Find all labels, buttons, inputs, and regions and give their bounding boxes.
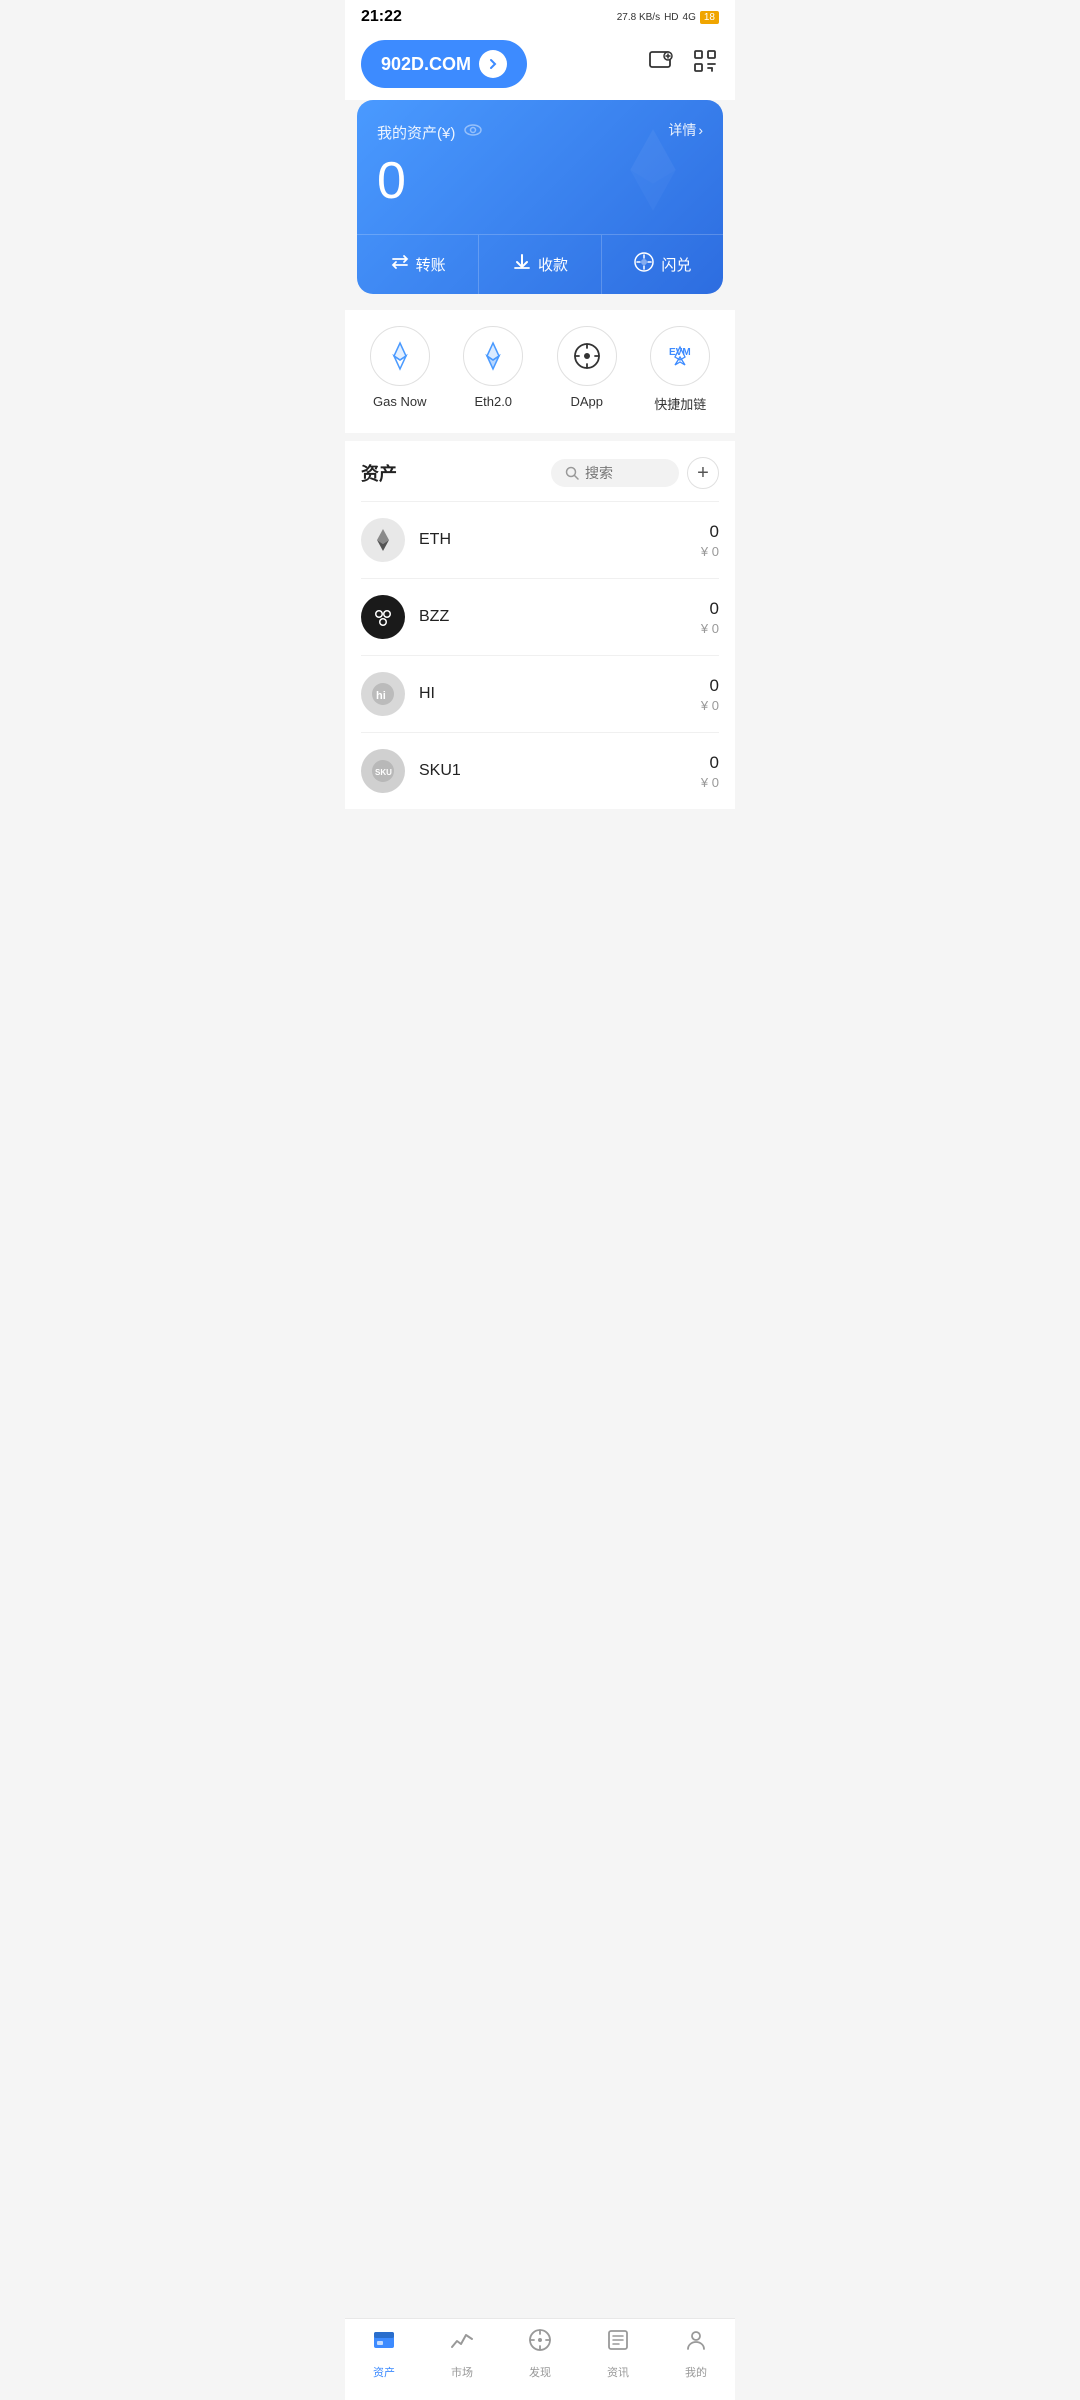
asset-actions: 转账 收款 闪兑 bbox=[357, 234, 723, 294]
transfer-label: 转账 bbox=[416, 254, 446, 275]
bottom-nav: 资产 市场 发现 bbox=[345, 2318, 735, 2400]
hi-qty: 0 bbox=[701, 676, 719, 696]
discover-nav-label: 发现 bbox=[529, 2364, 551, 2380]
eth2-label: Eth2.0 bbox=[474, 394, 512, 409]
swap-icon bbox=[633, 251, 655, 278]
hi-cny: ¥ 0 bbox=[701, 698, 719, 713]
quick-item-gas-now[interactable]: Gas Now bbox=[370, 326, 430, 413]
assets-title: 资产 bbox=[361, 460, 397, 486]
search-bar: + bbox=[551, 457, 719, 489]
assets-section: 资产 + bbox=[345, 441, 735, 809]
search-icon bbox=[565, 466, 579, 480]
receive-label: 收款 bbox=[538, 254, 568, 275]
gas-now-label: Gas Now bbox=[373, 394, 426, 409]
signal-badge: 4G bbox=[683, 12, 696, 23]
hi-value: 0 ¥ 0 bbox=[701, 676, 719, 713]
domain-button[interactable]: 902D.COM bbox=[361, 40, 527, 88]
scan-icon[interactable] bbox=[691, 47, 719, 82]
eth-value: 0 ¥ 0 bbox=[701, 522, 719, 559]
add-asset-button[interactable]: + bbox=[687, 457, 719, 489]
nav-item-news[interactable]: 资讯 bbox=[588, 2327, 648, 2380]
sku1-value: 0 ¥ 0 bbox=[701, 753, 719, 790]
news-nav-label: 资讯 bbox=[607, 2364, 629, 2380]
svg-text:hi: hi bbox=[376, 690, 386, 702]
eth-logo bbox=[361, 518, 405, 562]
receive-button[interactable]: 收款 bbox=[478, 235, 600, 294]
nav-item-discover[interactable]: 发现 bbox=[510, 2327, 570, 2380]
dapp-icon-wrap bbox=[557, 326, 617, 386]
asset-row-sku1[interactable]: SKU SKU1 0 ¥ 0 bbox=[361, 732, 719, 809]
asset-card: 我的资产(¥) 详情 › 0 bbox=[357, 100, 723, 294]
svg-text:SKU: SKU bbox=[375, 768, 392, 777]
sku1-logo: SKU bbox=[361, 749, 405, 793]
nav-item-market[interactable]: 市场 bbox=[432, 2327, 492, 2380]
eth-watermark bbox=[603, 120, 703, 225]
bzz-value: 0 ¥ 0 bbox=[701, 599, 719, 636]
swap-label: 闪兑 bbox=[661, 254, 691, 275]
quick-item-dapp[interactable]: DApp bbox=[557, 326, 617, 413]
quick-item-add-chain[interactable]: EVM 快捷加链 bbox=[650, 326, 710, 413]
nav-item-assets[interactable]: 资产 bbox=[354, 2327, 414, 2380]
news-nav-icon bbox=[605, 2327, 631, 2360]
hd-badge: HD bbox=[664, 12, 678, 23]
mine-nav-icon bbox=[683, 2327, 709, 2360]
asset-row-hi[interactable]: hi HI 0 ¥ 0 bbox=[361, 655, 719, 732]
search-input-wrap[interactable] bbox=[551, 459, 679, 487]
gas-now-icon-wrap bbox=[370, 326, 430, 386]
assets-nav-icon bbox=[371, 2327, 397, 2360]
asset-row-bzz[interactable]: BZZ 0 ¥ 0 bbox=[361, 578, 719, 655]
transfer-icon bbox=[390, 252, 410, 277]
header-action-icons bbox=[647, 47, 719, 82]
nav-item-mine[interactable]: 我的 bbox=[666, 2327, 726, 2380]
assets-header: 资产 + bbox=[361, 457, 719, 489]
asset-label: 我的资产(¥) bbox=[377, 120, 483, 145]
eth-cny: ¥ 0 bbox=[701, 544, 719, 559]
status-icons: 27.8 KB/s HD 4G 18 bbox=[617, 11, 719, 24]
sku1-name: SKU1 bbox=[419, 762, 701, 780]
battery-icon: 18 bbox=[700, 11, 719, 24]
asset-list: ETH 0 ¥ 0 BZZ bbox=[361, 501, 719, 809]
bzz-logo bbox=[361, 595, 405, 639]
domain-text: 902D.COM bbox=[381, 54, 471, 75]
swap-button[interactable]: 闪兑 bbox=[601, 235, 723, 294]
eye-icon[interactable] bbox=[463, 120, 483, 145]
add-chain-icon-wrap: EVM bbox=[650, 326, 710, 386]
domain-arrow-icon bbox=[479, 50, 507, 78]
market-nav-icon bbox=[449, 2327, 475, 2360]
hi-logo: hi bbox=[361, 672, 405, 716]
receive-icon bbox=[512, 252, 532, 277]
mine-nav-label: 我的 bbox=[685, 2364, 707, 2380]
network-speed: 27.8 KB/s bbox=[617, 12, 660, 23]
eth-name: ETH bbox=[419, 531, 701, 549]
assets-nav-label: 资产 bbox=[373, 2364, 395, 2380]
sku1-cny: ¥ 0 bbox=[701, 775, 719, 790]
market-nav-label: 市场 bbox=[451, 2364, 473, 2380]
bzz-cny: ¥ 0 bbox=[701, 621, 719, 636]
quick-menu: Gas Now Eth2.0 bbox=[345, 310, 735, 433]
add-chain-label: 快捷加链 bbox=[654, 394, 706, 413]
discover-nav-icon bbox=[527, 2327, 553, 2360]
sku1-qty: 0 bbox=[701, 753, 719, 773]
hi-name: HI bbox=[419, 685, 701, 703]
eth2-icon-wrap bbox=[463, 326, 523, 386]
eth-qty: 0 bbox=[701, 522, 719, 542]
bzz-qty: 0 bbox=[701, 599, 719, 619]
asset-row-eth[interactable]: ETH 0 ¥ 0 bbox=[361, 501, 719, 578]
dapp-label: DApp bbox=[570, 394, 603, 409]
status-time: 21:22 bbox=[361, 8, 402, 26]
quick-item-eth2[interactable]: Eth2.0 bbox=[463, 326, 523, 413]
add-wallet-icon[interactable] bbox=[647, 47, 675, 82]
search-input[interactable] bbox=[585, 465, 665, 481]
status-bar: 21:22 27.8 KB/s HD 4G 18 bbox=[345, 0, 735, 30]
transfer-button[interactable]: 转账 bbox=[357, 235, 478, 294]
bzz-name: BZZ bbox=[419, 608, 701, 626]
app-header: 902D.COM bbox=[345, 30, 735, 100]
